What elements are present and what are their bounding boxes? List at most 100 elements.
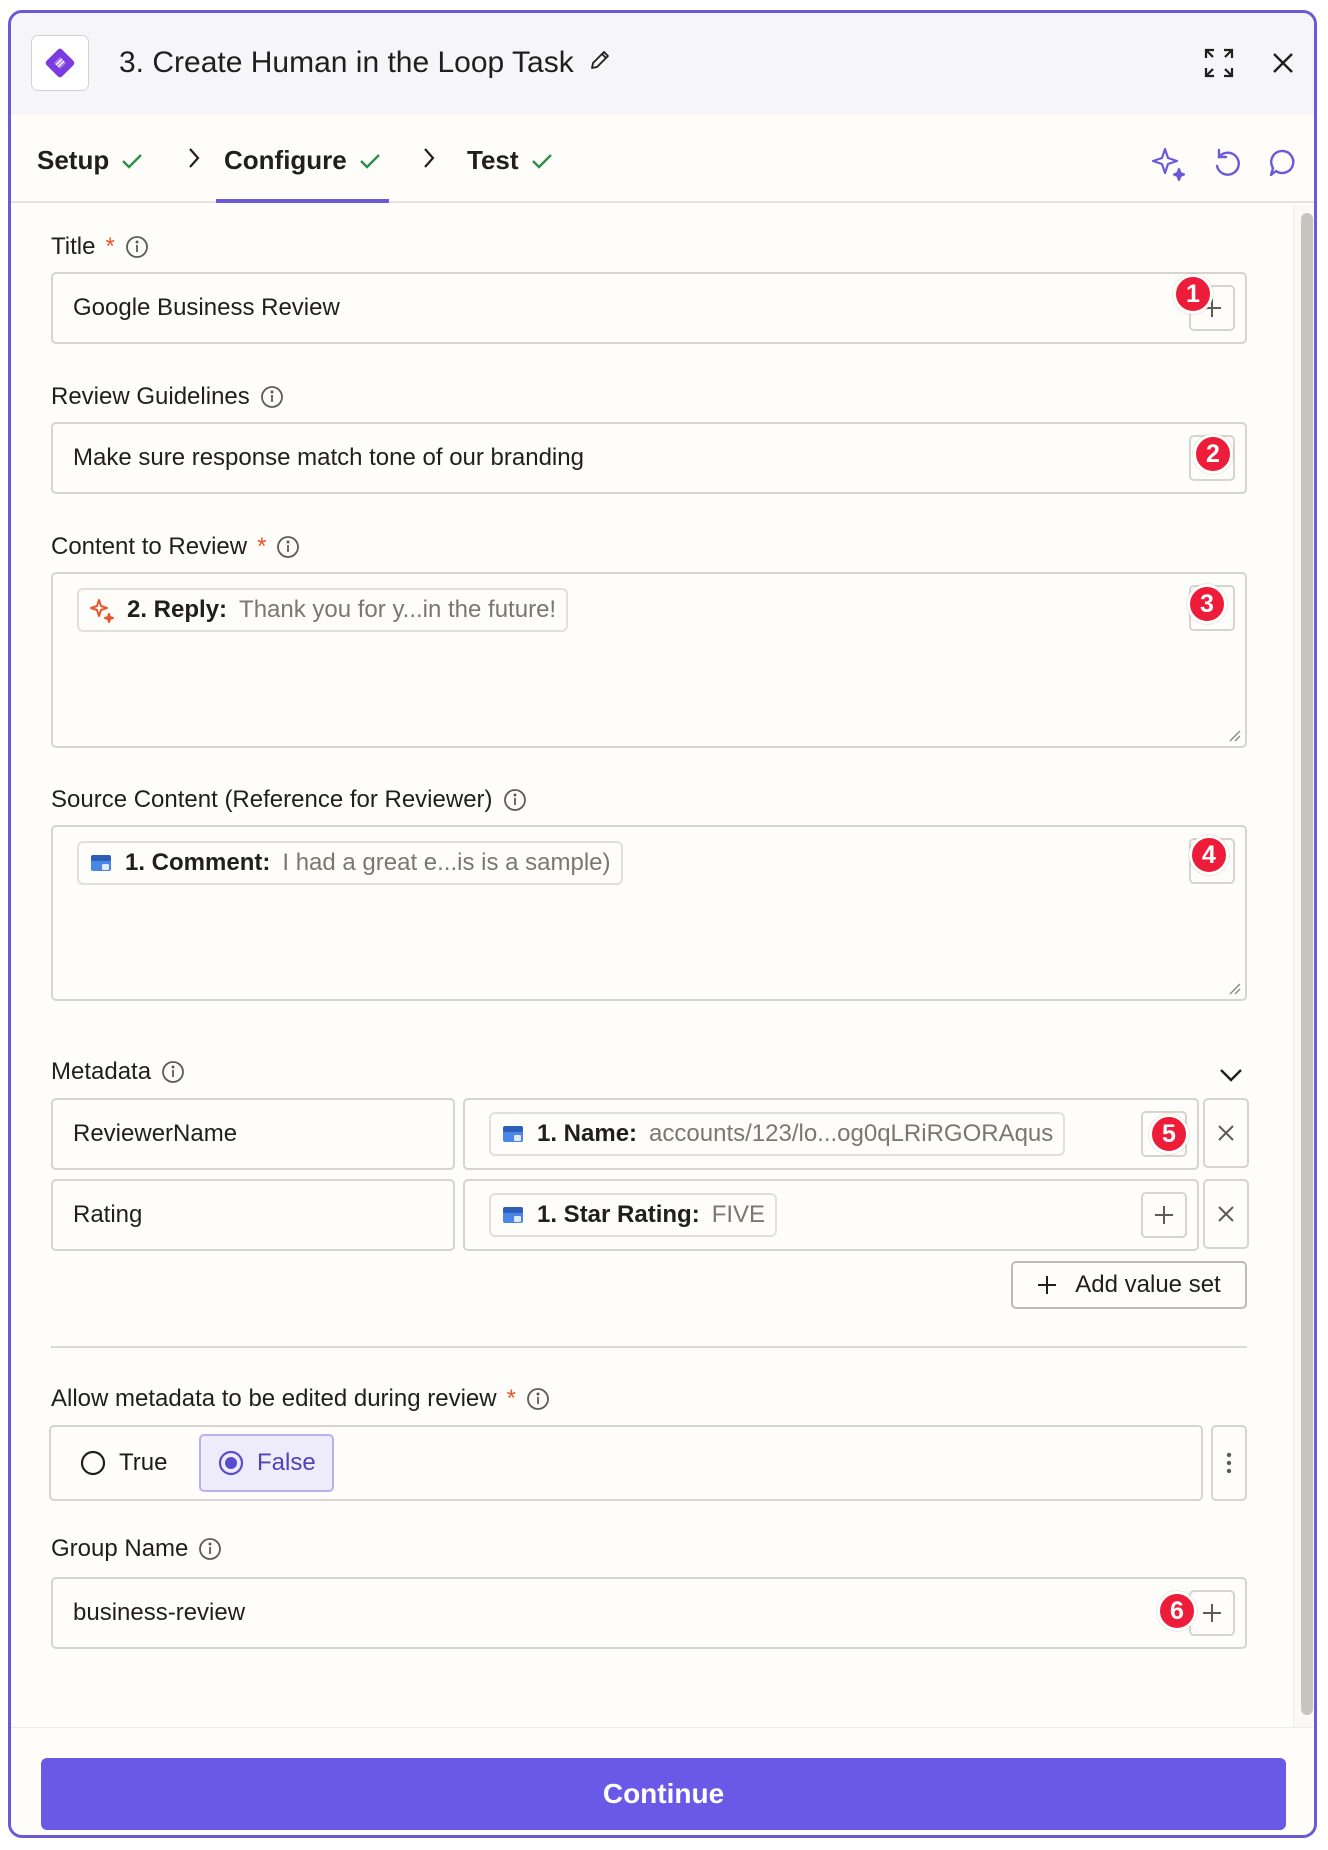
add-value-set-button[interactable]: Add value set [1011, 1261, 1247, 1309]
metadata-value-input[interactable]: 1. Star Rating: FIVE [463, 1179, 1199, 1251]
close-icon [1218, 1206, 1234, 1222]
step-title: 3. Create Human in the Loop Task [119, 46, 612, 80]
allow-edit-label: Allow metadata to be edited during revie… [51, 1385, 550, 1413]
tab-label: Test [467, 145, 519, 175]
info-icon[interactable] [276, 535, 300, 559]
pencil-icon[interactable] [588, 46, 612, 80]
content-textarea[interactable]: 2. Reply: Thank you for y...in the futur… [51, 572, 1247, 748]
plus-icon [1203, 1604, 1221, 1622]
step-config-panel: 3. Create Human in the Loop Task Setup C… [8, 10, 1317, 1838]
radio-false[interactable]: False [199, 1434, 334, 1492]
radio-checked-icon [218, 1450, 244, 1476]
comment-icon[interactable] [1263, 143, 1303, 183]
data-pill[interactable]: 1. Comment: I had a great e...is is a sa… [77, 841, 623, 885]
guidelines-input[interactable]: Make sure response match tone of our bra… [51, 422, 1247, 494]
radio-true[interactable]: True [63, 1434, 183, 1492]
metadata-key: ReviewerName [73, 1120, 238, 1147]
active-tab-indicator [216, 199, 389, 203]
step-badge: 3 [1187, 584, 1227, 624]
pill-value: Thank you for y...in the future! [239, 596, 557, 623]
chevron-right-icon [424, 148, 435, 168]
pill-value: I had a great e...is is a sample) [282, 849, 611, 876]
source-textarea[interactable]: 1. Comment: I had a great e...is is a sa… [51, 825, 1247, 1001]
resize-handle-icon[interactable] [1227, 981, 1241, 995]
info-icon[interactable] [198, 1537, 222, 1561]
add-value-set-label: Add value set [1075, 1271, 1221, 1298]
step-tabs: Setup Configure Test [11, 115, 1314, 203]
label-text: Allow metadata to be edited during revie… [51, 1385, 497, 1412]
group-name-input[interactable]: business-review 6 [51, 1577, 1247, 1649]
step-badge: 4 [1189, 835, 1229, 875]
ai-sparkle-icon [90, 599, 114, 623]
chevron-right-icon [189, 148, 200, 168]
insert-data-button[interactable] [1141, 1192, 1187, 1238]
radio-label: False [257, 1449, 316, 1476]
undo-icon[interactable] [1207, 143, 1247, 183]
required-marker: * [506, 1385, 516, 1412]
pill-value: FIVE [711, 1201, 766, 1228]
more-options-button[interactable] [1211, 1425, 1247, 1501]
continue-button[interactable]: Continue [41, 1758, 1286, 1830]
metadata-key-input[interactable]: Rating [51, 1179, 455, 1251]
tab-label: Setup [37, 145, 110, 175]
panel-footer: Continue [11, 1727, 1314, 1835]
pill-key: 1. Comment: [125, 849, 271, 876]
pill-key: 1. Star Rating: [537, 1201, 700, 1228]
tab-setup[interactable]: Setup [37, 145, 143, 176]
pill-key: 2. Reply: [127, 596, 228, 623]
check-icon [122, 153, 143, 169]
info-icon[interactable] [260, 385, 284, 409]
guidelines-value: Make sure response match tone of our bra… [73, 444, 584, 471]
resize-handle-icon[interactable] [1227, 728, 1241, 742]
google-business-icon [503, 1207, 523, 1223]
remove-row-button[interactable] [1203, 1179, 1249, 1249]
tab-configure[interactable]: Configure [224, 145, 381, 176]
metadata-key-input[interactable]: ReviewerName [51, 1098, 455, 1170]
data-pill[interactable]: 1. Name: accounts/123/lo...og0qLRiRGORAq… [489, 1112, 1066, 1156]
label-text: Content to Review [51, 533, 248, 560]
info-icon[interactable] [526, 1387, 550, 1411]
close-icon [1218, 1125, 1234, 1141]
plus-icon [1038, 1276, 1057, 1294]
close-icon[interactable] [1263, 43, 1303, 83]
label-text: Review Guidelines [51, 383, 250, 410]
tab-test[interactable]: Test [467, 145, 553, 176]
chevron-down-icon[interactable] [1219, 1067, 1243, 1083]
pill-key: 1. Name: [537, 1120, 638, 1147]
google-business-icon [503, 1126, 523, 1142]
remove-row-button[interactable] [1203, 1098, 1249, 1168]
metadata-key: Rating [73, 1201, 143, 1228]
required-marker: * [105, 233, 115, 260]
metadata-label: Metadata [51, 1058, 185, 1086]
info-icon[interactable] [125, 235, 149, 259]
scrollbar-thumb[interactable] [1301, 213, 1313, 1715]
info-icon[interactable] [503, 788, 527, 812]
step-title-text: 3. Create Human in the Loop Task [119, 46, 574, 79]
step-badge: 1 [1173, 274, 1213, 314]
step-badge: 2 [1193, 434, 1233, 474]
step-badge: 6 [1157, 1591, 1197, 1631]
step-badge: 5 [1149, 1114, 1189, 1154]
app-logo [31, 35, 89, 91]
label-text: Group Name [51, 1535, 189, 1562]
data-pill[interactable]: 2. Reply: Thank you for y...in the futur… [77, 588, 569, 632]
check-icon [531, 153, 552, 169]
guidelines-label: Review Guidelines [51, 383, 284, 411]
title-label: Title * [51, 233, 149, 261]
data-pill[interactable]: 1. Star Rating: FIVE [489, 1193, 778, 1237]
check-icon [359, 153, 380, 169]
allow-edit-radio-group: True False [49, 1425, 1203, 1501]
title-input[interactable]: Google Business Review 1 [51, 272, 1247, 344]
pill-value: accounts/123/lo...og0qLRiRGORAqus [649, 1120, 1054, 1147]
radio-label: True [119, 1449, 168, 1476]
required-marker: * [257, 533, 267, 560]
sparkle-icon[interactable] [1149, 143, 1189, 183]
kebab-icon [1226, 1452, 1232, 1474]
title-value: Google Business Review [73, 294, 340, 321]
content-label: Content to Review * [51, 533, 300, 561]
info-icon[interactable] [161, 1060, 185, 1084]
expand-icon[interactable] [1199, 43, 1239, 83]
metadata-value-input[interactable]: 1. Name: accounts/123/lo...og0qLRiRGORAq… [463, 1098, 1199, 1170]
label-text: Title [51, 233, 96, 260]
group-name-value: business-review [73, 1599, 246, 1626]
